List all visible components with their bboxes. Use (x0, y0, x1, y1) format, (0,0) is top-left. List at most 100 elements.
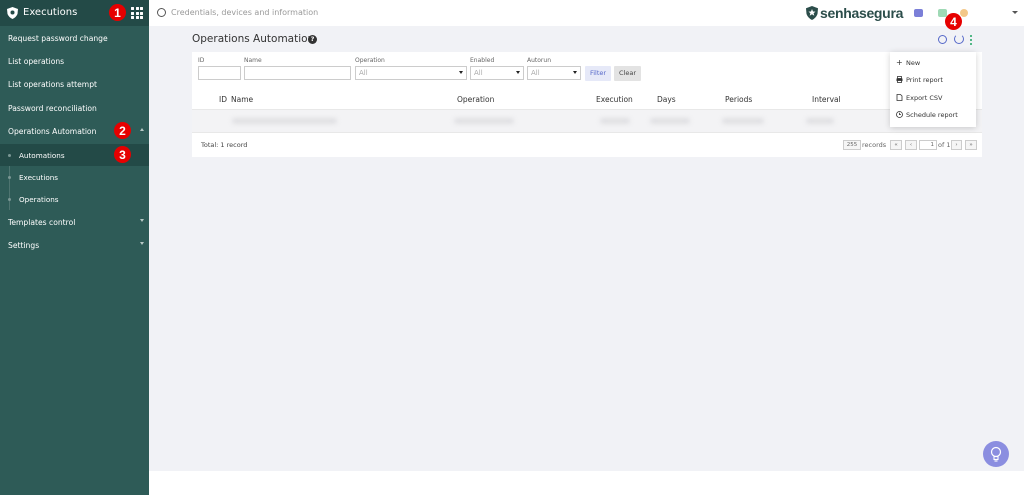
tips-button[interactable] (983, 441, 1009, 467)
refresh-icon[interactable] (954, 34, 964, 44)
column-header-id[interactable]: ID (219, 95, 227, 104)
help-icon[interactable]: ? (308, 35, 317, 44)
shield-logo-icon (7, 7, 18, 19)
sidebar-title: Executions (23, 7, 78, 18)
sidebar-item-label: Password reconciliation (8, 103, 97, 113)
records-per-page-select[interactable]: 255 (843, 140, 861, 150)
page-title: Operations Automation (192, 33, 315, 45)
apps-grid-icon[interactable] (131, 7, 143, 19)
filter-button[interactable]: Filter (585, 66, 611, 81)
filter-name-input[interactable] (244, 66, 351, 80)
global-search-input[interactable]: Credentials, devices and information (171, 8, 318, 17)
table-footer-divider (192, 132, 982, 133)
chevron-down-icon (516, 71, 520, 74)
chevron-down-icon (573, 71, 577, 74)
sidebar-item-templates-control[interactable]: Templates control (0, 211, 149, 233)
blurred-cell (650, 118, 690, 124)
sidebar-item-label: Templates control (8, 217, 76, 227)
sidebar-item-label: Operations (19, 194, 59, 204)
user-avatar[interactable] (960, 9, 968, 17)
filter-operation-select[interactable]: All (355, 66, 467, 80)
user-menu-caret-icon[interactable] (1012, 11, 1018, 14)
filter-autorun-value: All (531, 69, 540, 77)
filter-enabled-label: Enabled (470, 57, 495, 64)
blurred-cell (600, 118, 630, 124)
menu-item-label: Print report (906, 75, 943, 84)
menu-item-label: Schedule report (906, 110, 958, 119)
sidebar-item-label: Request password change (8, 33, 108, 43)
last-page-button[interactable]: » (965, 140, 977, 150)
brand-shield-icon (806, 6, 818, 20)
column-header-periods[interactable]: Periods (725, 95, 752, 104)
menu-item-schedule-report[interactable]: Schedule report (890, 106, 976, 123)
search-icon[interactable] (157, 8, 166, 17)
page-number-input[interactable]: 1 (919, 140, 937, 150)
total-records: Total: 1 record (201, 141, 248, 149)
printer-icon (896, 76, 903, 83)
column-header-name[interactable]: Name (231, 95, 253, 104)
blurred-cell (232, 118, 337, 124)
sidebar-item-list-operations-attempt[interactable]: List operations attempt (0, 73, 149, 95)
clock-icon (896, 111, 903, 118)
sidebar-item-label: Automations (19, 150, 65, 160)
sidebar-item-executions[interactable]: Executions (0, 166, 149, 188)
plus-icon: + (896, 58, 903, 67)
annotation-badge-4: 4 (945, 13, 962, 30)
sidebar-item-label: List operations attempt (8, 79, 97, 89)
clear-button[interactable]: Clear (614, 66, 641, 81)
page-count: of 1 (938, 141, 951, 149)
annotation-badge-3: 3 (114, 146, 131, 163)
sidebar: Executions Request password change List … (0, 0, 149, 495)
bullet-icon (8, 198, 11, 201)
filter-id-label: ID (198, 57, 205, 64)
next-page-button[interactable]: › (951, 140, 962, 150)
sidebar-item-label: List operations (8, 56, 65, 66)
sidebar-item-label: Executions (19, 172, 59, 182)
blurred-cell (806, 118, 834, 124)
sidebar-item-operations[interactable]: Operations (0, 188, 149, 210)
bullet-icon (8, 176, 11, 179)
menu-item-new[interactable]: + New (890, 54, 976, 71)
filter-operation-label: Operation (355, 57, 385, 64)
filter-id-input[interactable] (198, 66, 241, 80)
annotation-badge-2: 2 (114, 122, 131, 139)
home-icon[interactable] (914, 9, 923, 17)
filter-enabled-select[interactable]: All (470, 66, 524, 80)
more-options-icon[interactable] (970, 35, 973, 45)
sidebar-item-list-operations[interactable]: List operations (0, 50, 149, 72)
brand-logo: senhasegura (806, 5, 903, 21)
filter-autorun-select[interactable]: All (527, 66, 581, 80)
annotation-badge-1: 1 (109, 4, 126, 21)
search-icon[interactable] (938, 35, 947, 44)
sidebar-item-label: Settings (8, 240, 40, 250)
column-header-days[interactable]: Days (657, 95, 676, 104)
sidebar-item-label: Operations Automation (8, 126, 97, 136)
blurred-cell (722, 118, 764, 124)
previous-page-button[interactable]: ‹ (905, 140, 917, 150)
chevron-down-icon (140, 128, 144, 131)
menu-item-label: Export CSV (906, 93, 943, 102)
bullet-icon (8, 154, 11, 157)
first-page-button[interactable]: « (890, 140, 902, 150)
column-header-interval[interactable]: Interval (812, 95, 841, 104)
file-export-icon (896, 94, 903, 101)
filter-operation-value: All (359, 69, 368, 77)
filter-autorun-label: Autorun (527, 57, 552, 64)
column-header-operation[interactable]: Operation (457, 95, 494, 104)
sidebar-item-settings[interactable]: Settings (0, 234, 149, 256)
menu-item-print-report[interactable]: Print report (890, 71, 976, 88)
menu-item-label: New (906, 58, 921, 67)
sidebar-header: Executions (0, 0, 149, 26)
blurred-cell (454, 118, 514, 124)
brand-name: senhasegura (820, 5, 904, 21)
filter-enabled-value: All (474, 69, 483, 77)
sidebar-item-request-password-change[interactable]: Request password change (0, 27, 149, 49)
chevron-down-icon (140, 219, 144, 222)
records-label: records (862, 141, 887, 149)
page-footer (149, 471, 1024, 495)
actions-dropdown-menu: + New Print report Export CSV Schedule r… (890, 52, 976, 127)
chevron-down-icon (459, 71, 463, 74)
column-header-execution[interactable]: Execution (596, 95, 633, 104)
menu-item-export-csv[interactable]: Export CSV (890, 89, 976, 106)
sidebar-item-password-reconciliation[interactable]: Password reconciliation (0, 97, 149, 119)
